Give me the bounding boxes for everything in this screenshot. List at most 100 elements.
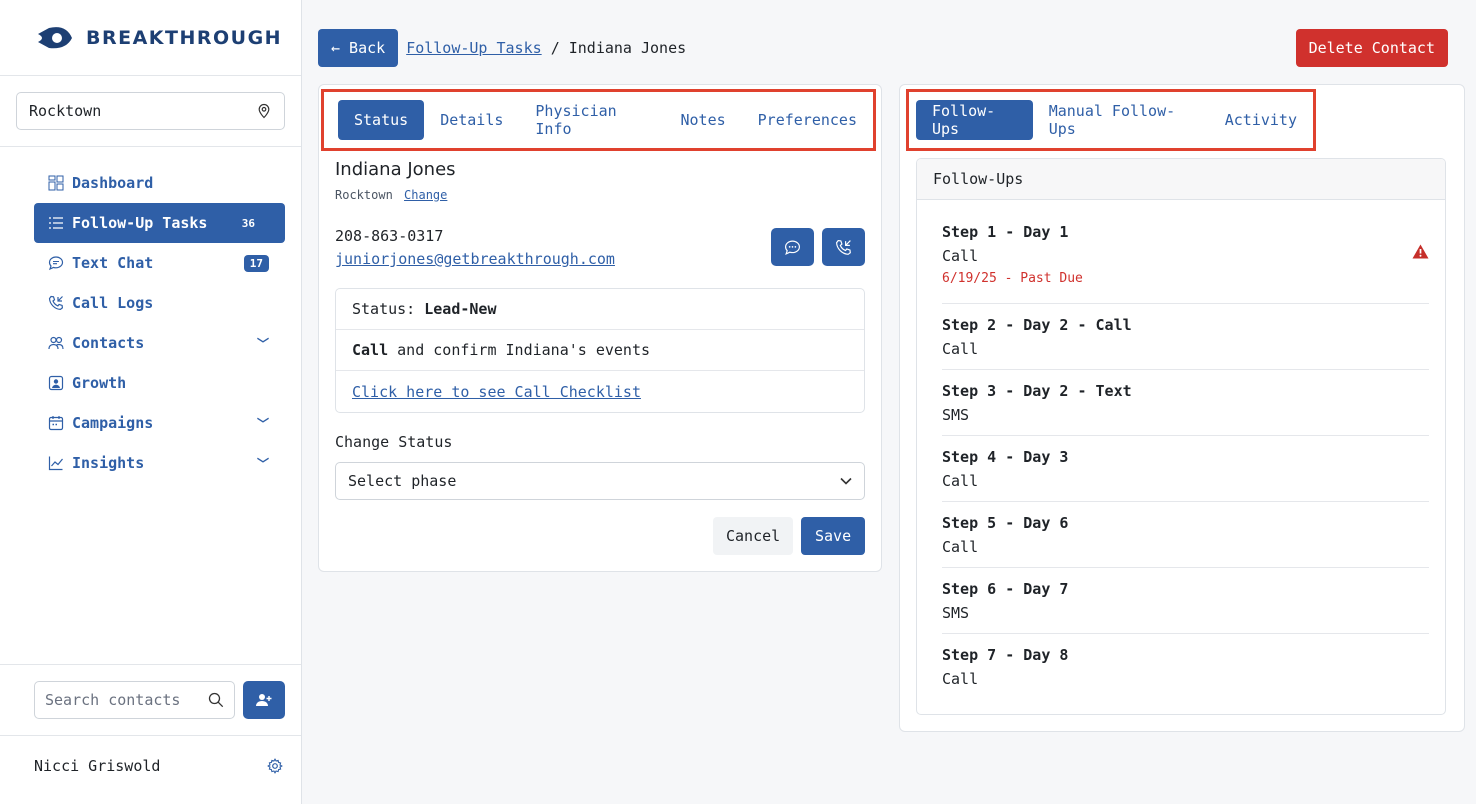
brand-name: BREAKTHROUGH [86, 26, 283, 49]
follow-up-tabs: Follow-Ups Manual Follow-Ups Activity [906, 89, 1316, 151]
action-text: and confirm Indiana's events [397, 341, 651, 359]
add-contact-button[interactable] [243, 681, 285, 719]
change-location-link[interactable]: Change [404, 188, 447, 202]
phase-select[interactable]: Select phase [335, 462, 865, 500]
step-type: Call [942, 670, 979, 688]
chat-icon [48, 255, 64, 271]
chevron-down-icon[interactable]: ﹀ [257, 415, 269, 432]
step-type: Call [942, 247, 979, 265]
list-item[interactable]: Step 1 - Day 1 Call 6/19/25 - Past Due [942, 200, 1429, 304]
logo[interactable]: BREAKTHROUGH [0, 0, 301, 76]
location-selector[interactable]: Rocktown [16, 92, 285, 130]
chevron-down-icon[interactable]: ﹀ [257, 455, 269, 472]
step-title: Step 4 - Day 3 [942, 447, 1069, 466]
follow-ups-card: Follow-Ups Manual Follow-Ups Activity Fo… [899, 84, 1465, 732]
back-button[interactable]: ← Back [318, 29, 399, 67]
location-value: Rocktown [29, 102, 102, 120]
tab-preferences[interactable]: Preferences [742, 100, 873, 140]
tab-manual-follow-ups[interactable]: Manual Follow-Ups [1033, 100, 1209, 140]
main-content: ← Back Follow-Up Tasks / Indiana Jones D… [302, 0, 1476, 804]
search-contacts-input[interactable]: Search contacts [34, 681, 235, 719]
change-status-label: Change Status [335, 433, 453, 451]
user-name: Nicci Griswold [34, 757, 161, 775]
list-item[interactable]: Step 2 - Day 2 - Call Call [942, 304, 1429, 370]
status-row: Status: Lead-New [336, 289, 864, 330]
follow-ups-list: Step 1 - Day 1 Call 6/19/25 - Past Due S… [917, 200, 1445, 700]
contact-phone: 208-863-0317 [335, 227, 444, 245]
sidebar-item-dashboard[interactable]: Dashboard [48, 163, 285, 203]
list-item[interactable]: Step 7 - Day 8 Call [942, 634, 1429, 700]
step-title: Step 5 - Day 6 [942, 513, 1069, 532]
warning-icon [1412, 244, 1429, 259]
gear-icon[interactable] [267, 758, 283, 774]
follow-ups-header: Follow-Ups [917, 159, 1445, 200]
sidebar-item-contacts[interactable]: Contacts ﹀ [48, 323, 285, 363]
sidebar-item-text-chat[interactable]: Text Chat 17 [48, 243, 285, 283]
contact-card: Status Details Physician Info Notes Pref… [318, 84, 882, 572]
text-chat-count-badge: 17 [243, 254, 269, 272]
list-item[interactable]: Step 5 - Day 6 Call [942, 502, 1429, 568]
sidebar-item-label: Follow-Up Tasks [72, 214, 208, 232]
breadcrumb-link-follow-up-tasks[interactable]: Follow-Up Tasks [406, 39, 541, 57]
tab-notes[interactable]: Notes [665, 100, 742, 140]
search-icon[interactable] [208, 692, 224, 708]
search-placeholder: Search contacts [45, 691, 181, 709]
breadcrumb: Follow-Up Tasks / Indiana Jones [406, 39, 686, 57]
sidebar-item-label: Insights [72, 454, 145, 472]
list-item[interactable]: Step 4 - Day 3 Call [942, 436, 1429, 502]
sidebar-item-follow-up-tasks[interactable]: Follow-Up Tasks 36 [34, 203, 285, 243]
action-row: Call and confirm Indiana's events [336, 330, 864, 371]
chat-icon [785, 240, 800, 255]
dashboard-icon [48, 175, 64, 191]
sidebar-item-label: Growth [72, 374, 127, 392]
contact-email-link[interactable]: juniorjones@getbreakthrough.com [335, 250, 615, 268]
list-icon [48, 215, 64, 231]
sidebar-item-campaigns[interactable]: Campaigns ﹀ [48, 403, 285, 443]
sidebar-item-label: Campaigns [72, 414, 154, 432]
chevron-down-icon[interactable]: ﹀ [257, 335, 269, 352]
sidebar-item-growth[interactable]: Growth [48, 363, 285, 403]
sidebar-item-label: Call Logs [72, 294, 154, 312]
sidebar-item-call-logs[interactable]: Call Logs [48, 283, 285, 323]
contact-location-value: Rocktown [335, 188, 393, 202]
app: BREAKTHROUGH Rocktown Dashboard Follow-U… [0, 0, 1476, 804]
follow-up-count-badge: 36 [241, 216, 255, 230]
map-pin-icon [258, 103, 270, 119]
chevron-down-icon [840, 477, 852, 485]
top-bar: ← Back Follow-Up Tasks / Indiana Jones D… [318, 29, 1448, 67]
breadcrumb-separator: / [550, 39, 560, 57]
sidebar-item-insights[interactable]: Insights ﹀ [48, 443, 285, 483]
contact-location: Rocktown Change [335, 188, 447, 202]
step-title: Step 3 - Day 2 - Text [942, 381, 1132, 400]
tab-status[interactable]: Status [338, 100, 425, 140]
call-checklist-link[interactable]: Click here to see Call Checklist [352, 383, 641, 401]
step-title: Step 2 - Day 2 - Call [942, 315, 1132, 334]
cancel-button[interactable]: Cancel [713, 517, 794, 555]
sidebar-nav: Dashboard Follow-Up Tasks 36 Text Chat 1… [0, 147, 301, 483]
brand-logo-icon [38, 26, 72, 48]
phone-incoming-icon [48, 295, 64, 311]
call-button[interactable] [822, 228, 865, 266]
user-plus-icon [256, 694, 272, 706]
status-value: Lead-New [424, 300, 497, 318]
delete-contact-button[interactable]: Delete Contact [1295, 29, 1448, 67]
phone-incoming-icon [835, 239, 851, 255]
tab-follow-ups[interactable]: Follow-Ups [916, 100, 1033, 140]
save-button[interactable]: Save [801, 517, 866, 555]
tab-activity[interactable]: Activity [1209, 100, 1313, 140]
status-info-box: Status: Lead-New Call and confirm Indian… [335, 288, 865, 413]
checklist-row: Click here to see Call Checklist [336, 371, 864, 412]
list-item[interactable]: Step 3 - Day 2 - Text SMS [942, 370, 1429, 436]
step-title: Step 1 - Day 1 [942, 223, 1069, 241]
users-icon [48, 335, 64, 351]
step-title: Step 7 - Day 8 [942, 646, 1069, 664]
tab-details[interactable]: Details [424, 100, 519, 140]
follow-ups-panel: Follow-Ups Step 1 - Day 1 Call 6/19/25 -… [916, 158, 1446, 715]
tab-physician-info[interactable]: Physician Info [519, 100, 664, 140]
contact-name: Indiana Jones [335, 159, 456, 180]
step-type: Call [942, 471, 979, 490]
sidebar-item-label: Dashboard [72, 174, 154, 192]
step-type: SMS [942, 405, 970, 424]
list-item[interactable]: Step 6 - Day 7 SMS [942, 568, 1429, 634]
text-message-button[interactable] [771, 228, 814, 266]
